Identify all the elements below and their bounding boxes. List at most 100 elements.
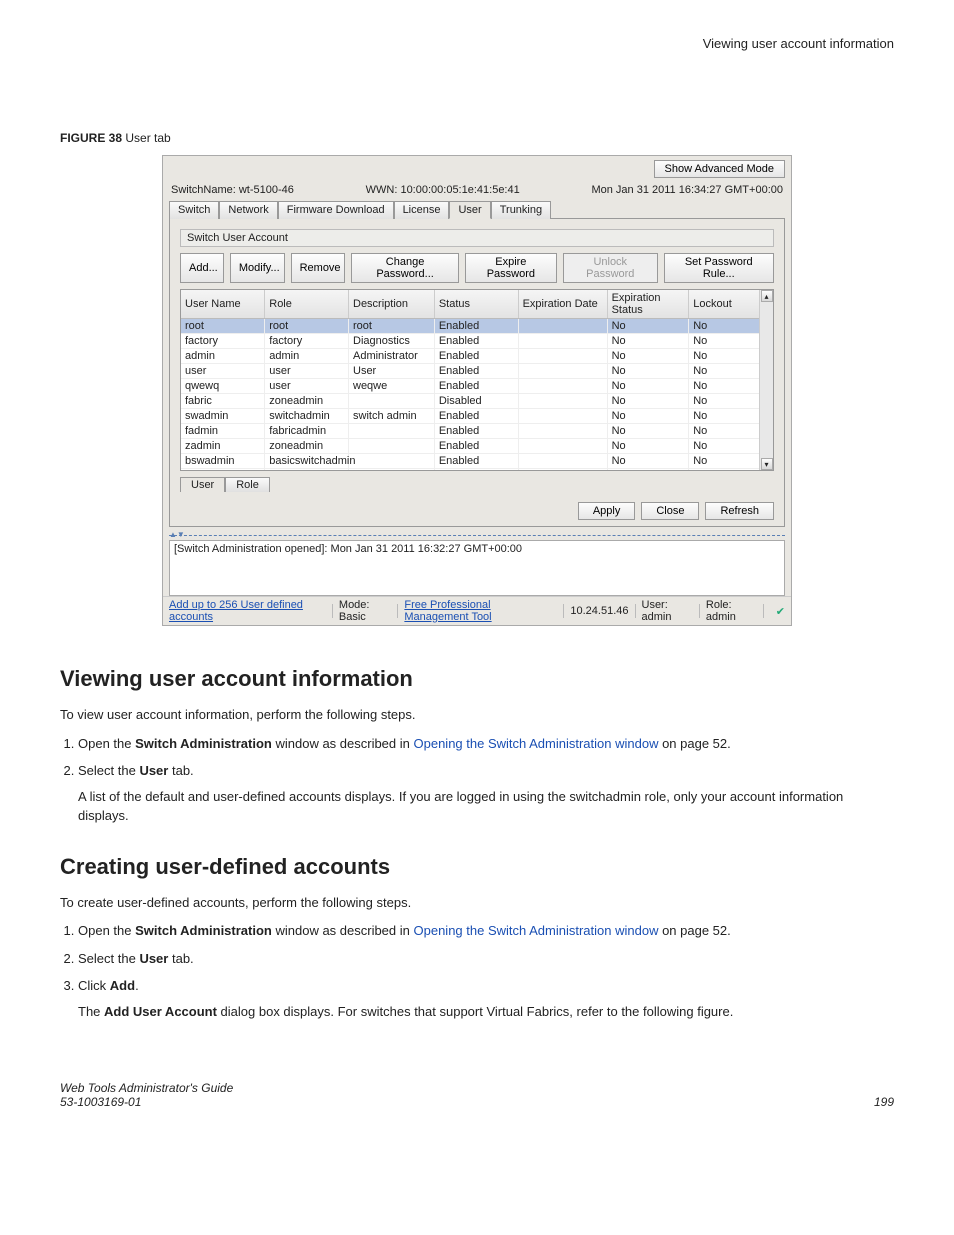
apply-button[interactable]: Apply [578, 502, 636, 520]
page-footer: Web Tools Administrator's Guide 53-10031… [60, 1081, 894, 1109]
table-cell [518, 364, 607, 379]
modify-button[interactable]: Modify... [230, 253, 285, 283]
table-cell: Enabled [434, 454, 518, 469]
link-open-switch-admin[interactable]: Opening the Switch Administration window [414, 736, 659, 751]
heading-viewing: Viewing user account information [60, 666, 894, 692]
table-scrollbar[interactable]: ▴ ▾ [759, 290, 773, 470]
change-password-button[interactable]: Change Password... [351, 253, 458, 283]
table-row[interactable]: adminadminAdministratorEnabledNoNo [181, 349, 773, 364]
panel-buttons: Apply Close Refresh [180, 502, 774, 520]
expire-password-button[interactable]: Expire Password [465, 253, 557, 283]
status-left-link[interactable]: Add up to 256 User defined accounts [169, 599, 326, 623]
table-cell: zadmin [181, 439, 265, 454]
column-header[interactable]: User Name [181, 290, 265, 319]
tab-firmware-download[interactable]: Firmware Download [278, 201, 394, 219]
table-cell: Enabled [434, 424, 518, 439]
table-cell [349, 394, 435, 409]
table-row[interactable]: fabriczoneadminDisabledNoNo [181, 394, 773, 409]
tab-switch[interactable]: Switch [169, 201, 219, 219]
status-role: Role: admin [706, 599, 757, 623]
table-cell: No [607, 379, 689, 394]
table-cell: User [349, 364, 435, 379]
tab-license[interactable]: License [394, 201, 450, 219]
table-cell: fabricadmin [265, 424, 349, 439]
link-open-switch-admin-2[interactable]: Opening the Switch Administration window [414, 923, 659, 938]
table-row[interactable]: swadminswitchadminswitch adminEnabledNoN… [181, 409, 773, 424]
table-row[interactable]: rootrootrootEnabledNoNo [181, 319, 773, 334]
column-header[interactable]: Description [349, 290, 435, 319]
table-row[interactable]: zadminzoneadminEnabledNoNo [181, 439, 773, 454]
table-cell: zoneadmin [265, 394, 349, 409]
table-cell: Enabled [434, 439, 518, 454]
table-cell: admin [265, 349, 349, 364]
table-cell: Enabled [434, 379, 518, 394]
table-cell: Enabled [434, 334, 518, 349]
table-cell: No [607, 364, 689, 379]
list-item: Open the Switch Administration window as… [78, 734, 894, 754]
add-button[interactable]: Add... [180, 253, 224, 283]
table-cell: securityadmin [265, 469, 349, 471]
timestamp-label: Mon Jan 31 2011 16:34:27 GMT+00:00 [591, 184, 783, 196]
table-cell: Disabled [434, 394, 518, 409]
set-password-rule-button[interactable]: Set Password Rule... [664, 253, 774, 283]
figure-title: User tab [122, 131, 171, 145]
table-cell: weqwe [349, 379, 435, 394]
figure-number: FIGURE 38 [60, 131, 122, 145]
intro-paragraph-1: To view user account information, perfor… [60, 706, 894, 724]
table-cell [518, 379, 607, 394]
column-header[interactable]: Expiration Status [607, 290, 689, 319]
list-item: Select the User tab. [78, 949, 894, 969]
subtab-role[interactable]: Role [225, 477, 270, 492]
splitter-handle-icon[interactable]: ▲▼ [169, 530, 185, 539]
status-check-icon: ✔ [776, 605, 785, 618]
table-cell: admin [181, 349, 265, 364]
table-cell: Enabled [434, 469, 518, 471]
step-note: The Add User Account dialog box displays… [78, 1002, 894, 1022]
status-user: User: admin [642, 599, 693, 623]
switch-name-label: SwitchName: wt-5100-46 [171, 184, 294, 196]
tab-user[interactable]: User [449, 201, 490, 219]
table-cell: No [607, 439, 689, 454]
table-row[interactable]: bswadminbasicswitchadminEnabledNoNo [181, 454, 773, 469]
log-area: [Switch Administration opened]: Mon Jan … [169, 540, 785, 596]
table-cell: factory [181, 334, 265, 349]
column-header[interactable]: Role [265, 290, 349, 319]
table-cell: No [607, 424, 689, 439]
status-center-link[interactable]: Free Professional Management Tool [404, 599, 557, 623]
tab-network[interactable]: Network [219, 201, 277, 219]
log-line: [Switch Administration opened]: Mon Jan … [174, 543, 522, 555]
list-item: Open the Switch Administration window as… [78, 921, 894, 941]
footer-title: Web Tools Administrator's Guide [60, 1081, 233, 1095]
table-cell [518, 334, 607, 349]
section-title: Switch User Account [180, 229, 774, 247]
table-cell: root [265, 319, 349, 334]
table-row[interactable]: secadminsecurityadminEnabledNoNo [181, 469, 773, 471]
table-row[interactable]: qwewquserweqweEnabledNoNo [181, 379, 773, 394]
table-cell: No [607, 394, 689, 409]
remove-button[interactable]: Remove [291, 253, 346, 283]
table-cell: Enabled [434, 409, 518, 424]
table-cell: No [607, 454, 689, 469]
table-row[interactable]: factoryfactoryDiagnosticsEnabledNoNo [181, 334, 773, 349]
splitter[interactable]: ▲▼ [169, 535, 785, 536]
step-note: A list of the default and user-defined a… [78, 787, 894, 826]
table-cell: bswadmin [181, 454, 265, 469]
table-cell: user [265, 379, 349, 394]
table-row[interactable]: useruserUserEnabledNoNo [181, 364, 773, 379]
table-cell [518, 469, 607, 471]
table-row[interactable]: fadminfabricadminEnabledNoNo [181, 424, 773, 439]
close-button[interactable]: Close [641, 502, 699, 520]
show-advanced-mode-button[interactable]: Show Advanced Mode [654, 160, 785, 178]
column-header[interactable]: Status [434, 290, 518, 319]
table-cell: basicswitchadmin [265, 454, 349, 469]
refresh-button[interactable]: Refresh [705, 502, 774, 520]
scroll-down-icon[interactable]: ▾ [761, 458, 773, 470]
table-cell: zoneadmin [265, 439, 349, 454]
subtab-user[interactable]: User [180, 477, 225, 492]
user-accounts-table[interactable]: User NameRoleDescriptionStatusExpiration… [180, 289, 774, 471]
scroll-up-icon[interactable]: ▴ [761, 290, 773, 302]
tab-trunking[interactable]: Trunking [491, 201, 551, 219]
table-cell [518, 454, 607, 469]
column-header[interactable]: Expiration Date [518, 290, 607, 319]
status-mode: Mode: Basic [339, 599, 391, 623]
